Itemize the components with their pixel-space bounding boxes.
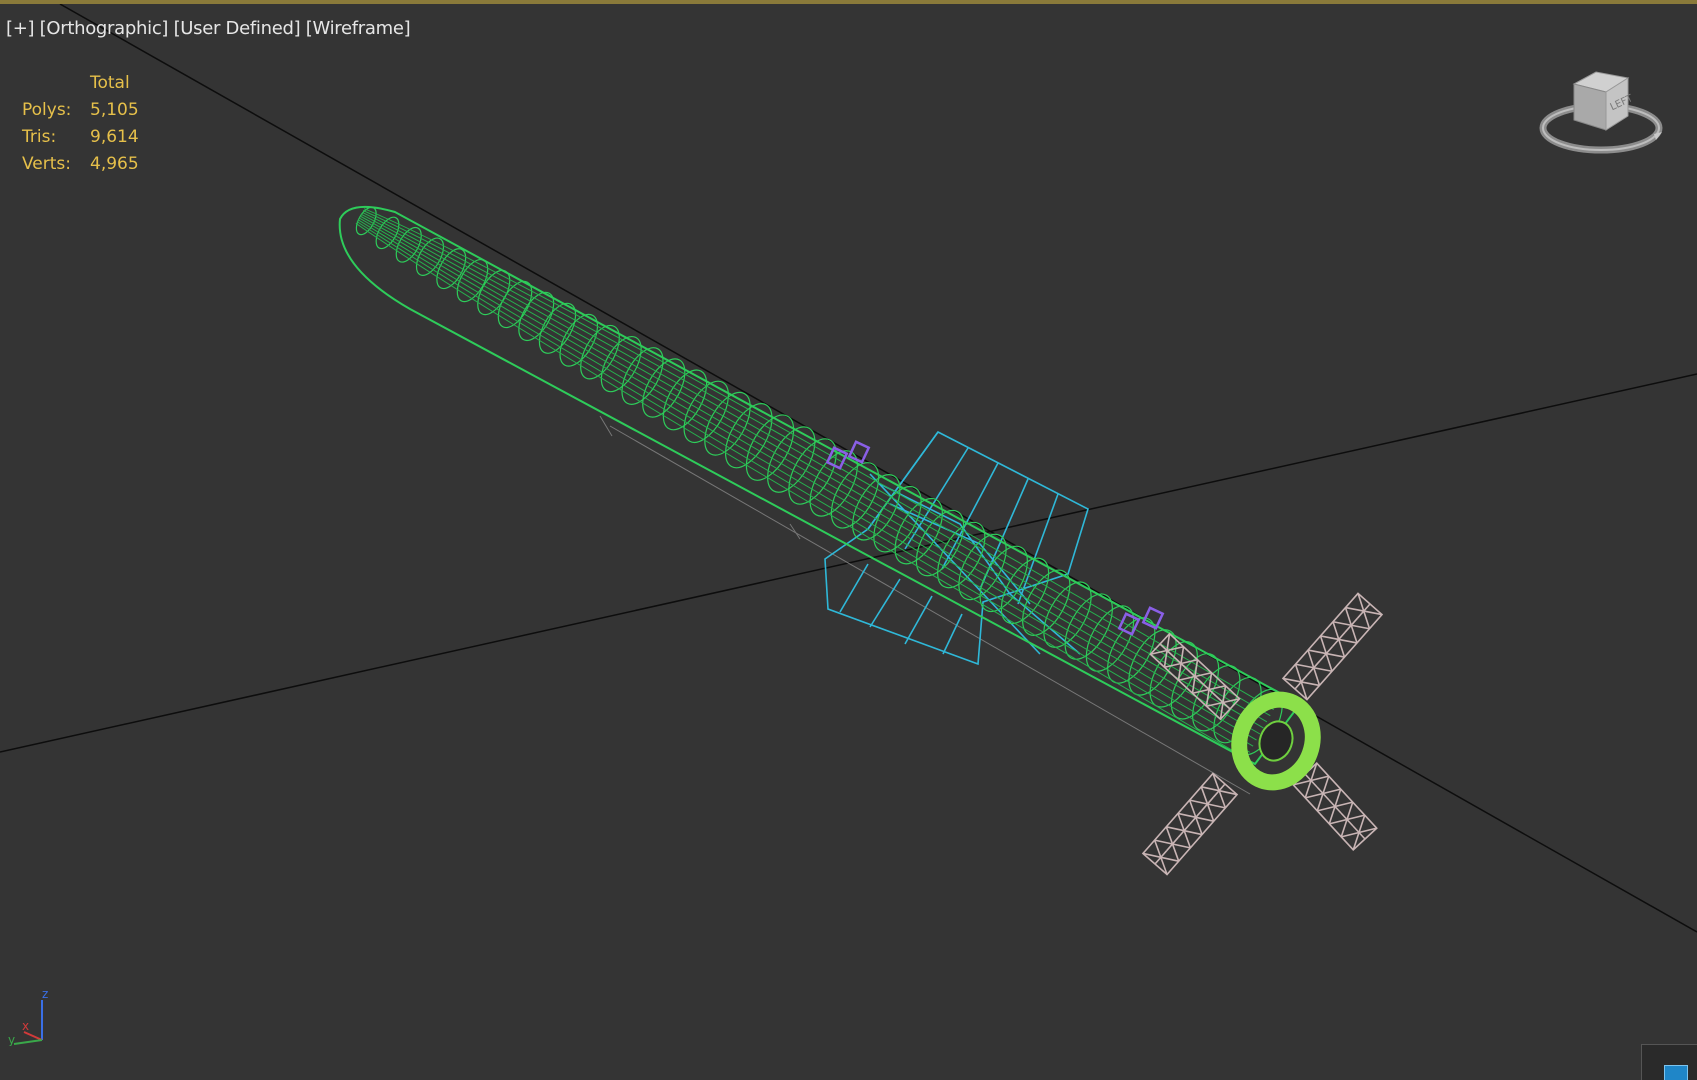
viewport-config-button[interactable] (1641, 1044, 1697, 1080)
viewport-plus-menu[interactable]: [+] (6, 18, 35, 39)
axis-x-label: x (22, 1019, 29, 1033)
viewport-view-menu[interactable]: [User Defined] (174, 18, 301, 39)
axis-z-label: z (42, 987, 48, 1001)
hull-bounding-lines (599, 415, 1251, 795)
stats-verts-label: Verts: (22, 154, 72, 174)
stats-polys-value: 5,105 (90, 100, 139, 120)
scene-wireframe[interactable] (0, 4, 1697, 1080)
stats-tris-label: Tris: (22, 127, 57, 147)
viewport-shading-menu[interactable]: [Wireframe] (306, 18, 411, 39)
stats-verts-value: 4,965 (90, 154, 139, 174)
viewport-label-menu[interactable]: [+] [Orthographic] [User Defined] [Wiref… (6, 18, 411, 39)
grid-axis-line (59, 4, 1697, 933)
viewport-config-icon (1664, 1065, 1688, 1080)
stats-header: Total (90, 73, 130, 93)
stats-verts-row: Verts: 4,965 (22, 151, 139, 178)
scene-statistics: Total Polys: 5,105 Tris: 9,614 Verts: 4,… (22, 70, 139, 178)
viewport[interactable]: [+] [Orthographic] [User Defined] [Wiref… (0, 0, 1697, 1080)
hull-wireframe[interactable] (338, 204, 1302, 766)
stats-tris-value: 9,614 (90, 127, 139, 147)
axis-y-label: y (8, 1033, 15, 1046)
stats-tris-row: Tris: 9,614 (22, 124, 139, 151)
engine-ring[interactable] (1228, 689, 1324, 793)
viewport-projection-menu[interactable]: [Orthographic] (40, 18, 169, 39)
viewcube-icon[interactable]: LEFT (1536, 62, 1666, 162)
stats-polys-row: Polys: 5,105 (22, 97, 139, 124)
axis-tripod-icon: z x y (8, 987, 48, 1046)
stats-polys-label: Polys: (22, 100, 72, 120)
